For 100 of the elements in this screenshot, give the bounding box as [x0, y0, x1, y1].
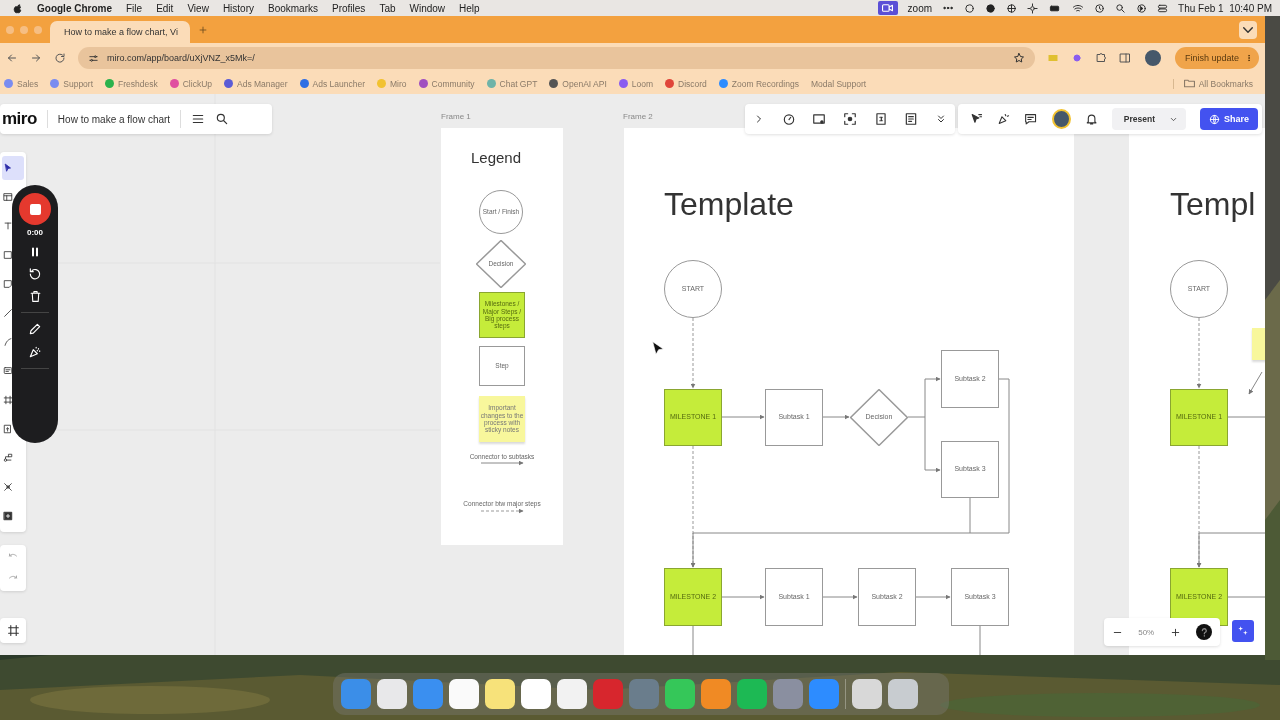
focus-icon[interactable] — [842, 112, 857, 126]
bookmark[interactable]: Modal Support — [810, 78, 867, 89]
trash-icon[interactable] — [28, 290, 42, 303]
frame-icon[interactable] — [6, 624, 20, 637]
restart-icon[interactable] — [28, 267, 42, 281]
menu-item[interactable]: View — [187, 2, 209, 14]
menu-item[interactable]: Help — [459, 2, 480, 14]
cursor-icon[interactable] — [970, 112, 984, 126]
bookmark[interactable]: Ads Manager — [224, 78, 288, 89]
menu-item[interactable]: History — [222, 2, 254, 14]
menu-icon[interactable] — [191, 112, 206, 126]
app-icon[interactable] — [557, 679, 587, 709]
notes-icon[interactable] — [904, 112, 919, 126]
bookmark[interactable]: OpenAI API — [549, 78, 607, 89]
tool-icon — [3, 192, 13, 202]
tool-icon — [3, 366, 13, 376]
dashed-connector — [480, 508, 524, 514]
address-bar[interactable]: miro.com/app/board/uXjVNZ_x5Mk=/ — [78, 47, 1035, 69]
connector-line — [692, 625, 694, 655]
present-button[interactable]: Present — [1111, 108, 1186, 130]
app-icon[interactable] — [852, 679, 882, 709]
apple-icon[interactable] — [12, 2, 23, 14]
finish-update-button[interactable]: Finish update — [1174, 47, 1259, 69]
forward-icon[interactable] — [30, 52, 42, 64]
zoom-status-button[interactable] — [877, 1, 898, 15]
search-icon[interactable] — [215, 112, 230, 126]
bookmark[interactable]: Zoom Recordings — [718, 78, 799, 89]
confetti-icon[interactable] — [997, 112, 1011, 126]
timer-icon[interactable] — [781, 112, 796, 126]
pencil-icon[interactable] — [28, 322, 42, 336]
bookmark[interactable]: ClickUp — [169, 78, 212, 89]
tool-icon — [3, 453, 13, 463]
legend-title: Legend — [471, 149, 522, 166]
bookmark[interactable]: Sales — [4, 78, 39, 89]
connector-arrow — [480, 460, 524, 466]
confetti-icon[interactable] — [28, 345, 42, 359]
connector-arrow — [822, 594, 858, 600]
tool-icon — [3, 482, 13, 492]
puzzle-icon[interactable] — [1094, 52, 1107, 64]
app-icon[interactable] — [521, 679, 551, 709]
reload-icon[interactable] — [54, 52, 66, 64]
tool-button[interactable] — [2, 156, 24, 180]
frame-title: Template — [664, 186, 794, 223]
star-icon[interactable] — [1012, 52, 1025, 64]
bookmark[interactable]: Miro — [377, 78, 407, 89]
user-avatar[interactable] — [1051, 109, 1071, 129]
miro-logo[interactable]: miro — [2, 109, 37, 129]
sparkle-button[interactable] — [1232, 620, 1254, 642]
bookmark[interactable]: Chat GPT — [486, 78, 538, 89]
more-icon[interactable] — [1245, 53, 1253, 63]
connector-line — [969, 497, 971, 534]
board-title[interactable]: How to make a flow chart — [57, 113, 171, 125]
browser-tab[interactable]: How to make a flow chart, Vi — [50, 21, 190, 43]
pause-icon[interactable] — [29, 246, 41, 258]
share-button[interactable]: Share — [1200, 108, 1258, 130]
stop-recording-button[interactable] — [19, 193, 51, 225]
app-icon[interactable] — [449, 679, 479, 709]
menu-item[interactable]: Window — [409, 2, 446, 14]
menu-item[interactable]: Bookmarks — [268, 2, 318, 14]
help-button[interactable] — [1196, 624, 1213, 640]
app-name[interactable]: Google Chrome — [37, 2, 112, 14]
url-text: miro.com/app/board/uXjVNZ_x5Mk=/ — [107, 53, 256, 63]
play-icon[interactable] — [1136, 2, 1148, 14]
status-item[interactable]: zoom — [907, 2, 933, 14]
app-icon[interactable] — [377, 679, 407, 709]
bookmark[interactable]: Ads Launcher — [299, 78, 366, 89]
comment-icon[interactable] — [1024, 112, 1038, 126]
tab-search-button[interactable] — [1239, 20, 1257, 39]
toggle-icon[interactable] — [1157, 2, 1169, 14]
side-panel-icon[interactable] — [1118, 52, 1131, 64]
back-icon[interactable] — [6, 52, 18, 64]
menu-item[interactable]: Profiles — [332, 2, 366, 14]
menu-item[interactable]: Edit — [156, 2, 174, 14]
bookmark[interactable]: Loom — [618, 78, 654, 89]
zoom-in-icon[interactable] — [1169, 626, 1181, 638]
menu-item[interactable]: Tab — [379, 2, 396, 14]
menu-item[interactable]: File — [126, 2, 143, 14]
search-icon[interactable] — [1115, 2, 1127, 14]
menu-clock[interactable]: Thu Feb 1 10:40 PM — [1178, 2, 1272, 14]
tune-icon[interactable] — [88, 52, 99, 64]
bookmark[interactable]: Support — [50, 78, 94, 89]
dashed-connector — [1196, 317, 1202, 389]
grid-icon[interactable] — [1006, 2, 1018, 14]
frame-label[interactable]: Frame 1 — [441, 112, 471, 121]
bookmark[interactable]: Freshdesk — [105, 78, 158, 89]
clock-icon[interactable] — [1094, 2, 1106, 14]
tool-icon — [3, 424, 13, 434]
circle-icon[interactable] — [964, 2, 976, 14]
connector-arrow — [1248, 371, 1263, 395]
app-icon[interactable] — [485, 679, 515, 709]
card-icon[interactable] — [812, 112, 827, 126]
wifi-icon[interactable] — [1072, 2, 1085, 14]
bookmark[interactable]: Discord — [665, 78, 707, 89]
frame-label[interactable]: Frame 2 — [623, 112, 653, 121]
app-icon[interactable] — [665, 679, 695, 709]
tool-icon — [3, 395, 13, 405]
bell-icon[interactable] — [1084, 112, 1098, 126]
all-bookmarks[interactable]: All Bookmarks — [1198, 78, 1253, 89]
folder-icon[interactable] — [1183, 79, 1195, 88]
bookmark[interactable]: Community — [418, 78, 475, 89]
